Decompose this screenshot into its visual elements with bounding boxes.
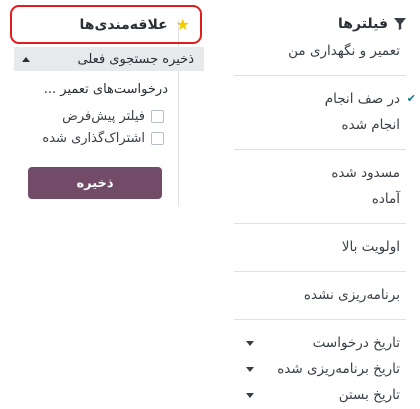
funnel-icon <box>394 18 406 30</box>
filter-ready[interactable]: آماده <box>234 186 406 212</box>
filter-scheduled-date[interactable]: تاریخ برنامه‌ریزی شده <box>234 356 406 382</box>
filter-high-priority[interactable]: اولویت بالا <box>234 234 406 260</box>
filter-unscheduled[interactable]: برنامه‌ریزی نشده <box>234 282 406 308</box>
default-filter-label: فیلتر پیش‌فرض <box>62 108 145 124</box>
filter-my-maintenance[interactable]: تعمیر و نگهداری من <box>234 38 406 64</box>
filters-header: فیلترها <box>234 10 406 38</box>
filter-request-date[interactable]: تاریخ درخواست <box>234 330 406 356</box>
default-filter-option: فیلتر پیش‌فرض <box>0 106 182 126</box>
divider <box>234 271 406 272</box>
filter-close-date[interactable]: تاریخ بستن <box>234 382 406 408</box>
star-icon: ★ <box>175 14 190 34</box>
divider <box>234 149 406 150</box>
filter-in-queue[interactable]: در صف انجام <box>234 86 416 112</box>
filters-section: فیلترها تعمیر و نگهداری من در صف انجام ا… <box>234 10 416 408</box>
shared-option: اشتراک‌گذاری شده <box>0 128 182 148</box>
filter-blocked[interactable]: مسدود شده <box>234 160 406 186</box>
shared-label: اشتراک‌گذاری شده <box>42 130 145 146</box>
caret-down-icon <box>246 393 254 398</box>
caret-down-icon <box>246 341 254 346</box>
default-filter-row: فیلتر پیش‌فرض <box>62 109 164 124</box>
search-options-panel: فیلترها تعمیر و نگهداری من در صف انجام ا… <box>0 0 420 409</box>
filter-done[interactable]: انجام شده <box>234 112 406 138</box>
search-name-input[interactable]: درخواست‌های تعمیر ... <box>26 82 168 102</box>
divider <box>234 223 406 224</box>
divider <box>234 75 406 76</box>
favorites-header: ★ علاقه‌مندی‌ها <box>10 5 202 44</box>
caret-up-icon <box>22 56 30 62</box>
shared-row: اشتراک‌گذاری شده <box>42 131 164 146</box>
save-current-search-toggle[interactable]: ذخیره جستجوی فعلی <box>14 47 204 71</box>
divider <box>234 319 406 320</box>
favorites-title: علاقه‌مندی‌ها <box>79 16 168 33</box>
filter-request-date-label: تاریخ درخواست <box>312 335 400 351</box>
save-button[interactable]: ذخیره <box>28 167 162 199</box>
caret-down-icon <box>246 367 254 372</box>
shared-checkbox[interactable] <box>151 131 164 145</box>
filter-scheduled-date-label: تاریخ برنامه‌ریزی شده <box>277 361 400 377</box>
filters-title: فیلترها <box>338 16 388 32</box>
default-filter-checkbox[interactable] <box>151 109 164 123</box>
filter-close-date-label: تاریخ بستن <box>338 387 400 403</box>
save-current-search-label: ذخیره جستجوی فعلی <box>77 51 194 67</box>
